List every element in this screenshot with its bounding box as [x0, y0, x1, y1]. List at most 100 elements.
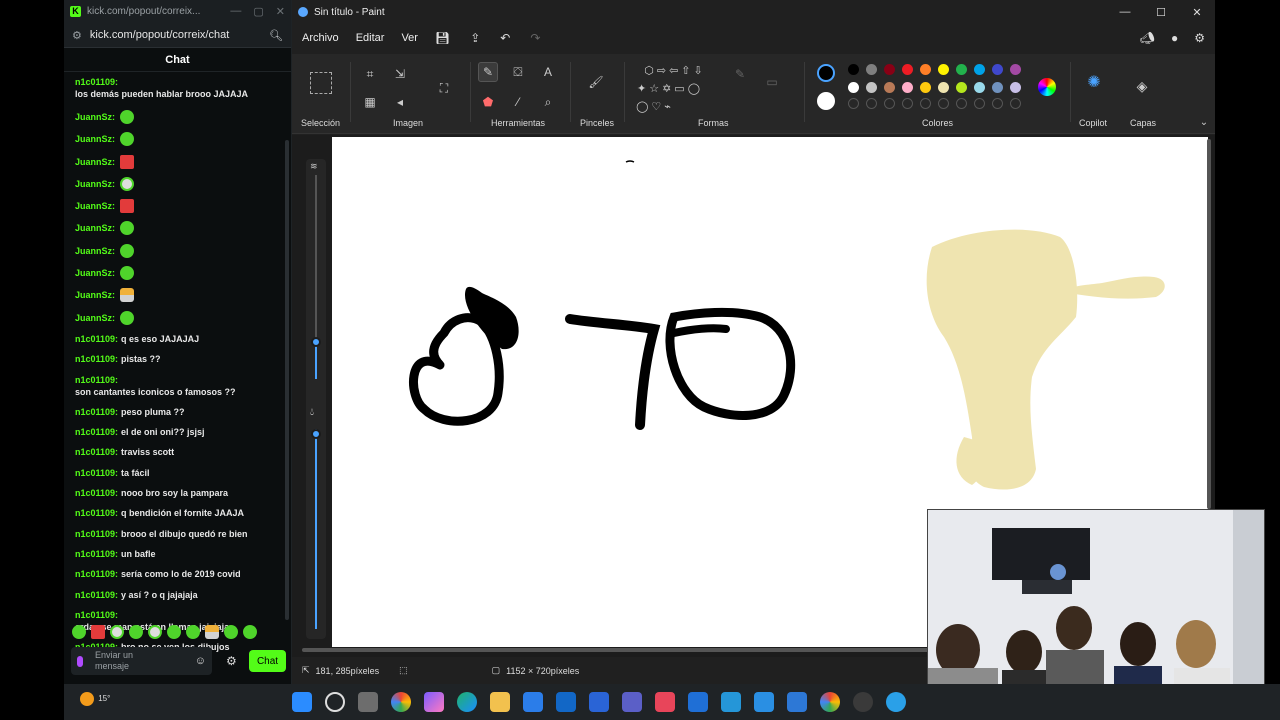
- close-icon[interactable]: ✕: [276, 5, 285, 18]
- paint-taskbar-icon[interactable]: [886, 692, 906, 712]
- chat-username[interactable]: JuannSz:: [75, 133, 115, 145]
- custom-color-slot[interactable]: [866, 98, 877, 109]
- palette-swatch[interactable]: [1010, 64, 1021, 75]
- palette-swatch[interactable]: [974, 82, 985, 93]
- chevron-down-icon[interactable]: ⌄: [1194, 112, 1214, 132]
- start-menu-icon[interactable]: [292, 692, 312, 712]
- green-smile-emote-icon[interactable]: [72, 625, 86, 639]
- canvas-vertical-scrollbar[interactable]: [1207, 139, 1211, 509]
- chat-settings-gear-icon[interactable]: ⚙: [226, 654, 237, 668]
- shapes-row-3[interactable]: ◯♡⌁: [630, 96, 680, 116]
- palette-swatch[interactable]: [902, 64, 913, 75]
- green-smile-emote-icon[interactable]: [243, 625, 257, 639]
- brush-icon[interactable]: 🖌︎: [586, 72, 606, 92]
- palette-swatch[interactable]: [956, 82, 967, 93]
- image-creator-icon[interactable]: ⛶: [434, 78, 454, 98]
- settings-gear-icon[interactable]: ⚙: [1194, 31, 1205, 45]
- chrome-profile-icon[interactable]: [820, 692, 840, 712]
- chat-username[interactable]: n1c01109:: [75, 528, 118, 540]
- copilot-icon[interactable]: ✺: [1084, 72, 1104, 92]
- chat-username[interactable]: n1c01109:: [75, 446, 118, 458]
- account-icon[interactable]: ●: [1171, 31, 1178, 45]
- palette-swatch[interactable]: [884, 82, 895, 93]
- palette-swatch[interactable]: [920, 82, 931, 93]
- rotate-icon[interactable]: ◂: [390, 92, 410, 112]
- chat-username[interactable]: n1c01109:: [75, 333, 118, 345]
- app-icon[interactable]: [721, 692, 741, 712]
- palette-swatch[interactable]: [884, 64, 895, 75]
- search-icon[interactable]: [325, 692, 345, 712]
- resize-icon[interactable]: ⇲: [390, 64, 410, 84]
- layers-icon[interactable]: ◈: [1132, 76, 1152, 96]
- save-icon[interactable]: 💾︎: [435, 31, 450, 45]
- eraser-icon[interactable]: ⬟: [478, 92, 498, 112]
- background-removal-icon[interactable]: ▦: [360, 92, 380, 112]
- custom-color-slot[interactable]: [974, 98, 985, 109]
- custom-color-slot[interactable]: [1010, 98, 1021, 109]
- palette-swatch[interactable]: [974, 64, 985, 75]
- palette-swatch[interactable]: [992, 82, 1003, 93]
- task-view-icon[interactable]: [358, 692, 378, 712]
- green-smile-emote-icon[interactable]: [129, 625, 143, 639]
- chat-username[interactable]: n1c01109:: [75, 609, 118, 621]
- palette-swatch[interactable]: [956, 64, 967, 75]
- color-picker-icon[interactable]: ⁄: [508, 92, 528, 112]
- minimize-icon[interactable]: —: [1107, 6, 1143, 19]
- menu-archivo[interactable]: Archivo: [302, 32, 339, 44]
- white-skull-emote-icon[interactable]: [110, 625, 124, 639]
- chat-username[interactable]: n1c01109:: [75, 406, 118, 418]
- crop-icon[interactable]: ⌗: [360, 64, 380, 84]
- primary-color-swatch[interactable]: [817, 64, 835, 82]
- chat-username[interactable]: n1c01109:: [75, 467, 118, 479]
- search-icon[interactable]: 🔍︎: [269, 29, 283, 42]
- chat-username[interactable]: n1c01109:: [75, 548, 118, 560]
- palette-swatch[interactable]: [992, 64, 1003, 75]
- palette-swatch[interactable]: [938, 64, 949, 75]
- custom-color-slot[interactable]: [992, 98, 1003, 109]
- chat-username[interactable]: n1c01109:: [75, 426, 118, 438]
- chat-username[interactable]: JuannSz:: [75, 267, 115, 279]
- menu-ver[interactable]: Ver: [401, 32, 418, 44]
- chat-username[interactable]: JuannSz:: [75, 312, 115, 324]
- copilot-icon[interactable]: [424, 692, 444, 712]
- palette-swatch[interactable]: [902, 82, 913, 93]
- shapes-row-1[interactable]: ⬡⇨⇦⇧⇩: [630, 60, 720, 80]
- custom-color-slot[interactable]: [902, 98, 913, 109]
- store-icon[interactable]: [523, 692, 543, 712]
- weather-widget[interactable]: 15°: [80, 692, 110, 706]
- vscode-icon[interactable]: [754, 692, 774, 712]
- secondary-color-swatch[interactable]: [817, 92, 835, 110]
- custom-color-slot[interactable]: [956, 98, 967, 109]
- brush-size-slider[interactable]: ≋ 💧︎: [306, 159, 326, 639]
- outline-icon[interactable]: ✎: [730, 64, 750, 84]
- chat-username[interactable]: n1c01109:: [75, 487, 118, 499]
- pencil-icon[interactable]: ✎: [478, 62, 498, 82]
- undo-icon[interactable]: ↶: [500, 31, 510, 45]
- chat-message-input[interactable]: Enviar un mensaje ☺: [71, 647, 212, 675]
- edit-colors-icon[interactable]: [1038, 78, 1056, 96]
- chat-username[interactable]: JuannSz:: [75, 289, 115, 301]
- palette-swatch[interactable]: [866, 82, 877, 93]
- feedback-icon[interactable]: 📣︎: [1140, 31, 1155, 45]
- shapes-row-2[interactable]: ✦☆✡▭◯: [630, 78, 710, 98]
- minimize-icon[interactable]: —: [230, 5, 241, 18]
- outlook-icon[interactable]: [556, 692, 576, 712]
- chat-username[interactable]: n1c01109:: [75, 568, 118, 580]
- text-icon[interactable]: A: [538, 62, 558, 82]
- chat-send-button[interactable]: Chat: [249, 650, 286, 672]
- chrome-icon[interactable]: [391, 692, 411, 712]
- selection-rectangle-icon[interactable]: [310, 72, 332, 94]
- custom-color-slot[interactable]: [848, 98, 859, 109]
- game-app-icon[interactable]: [655, 692, 675, 712]
- palette-swatch[interactable]: [848, 64, 859, 75]
- share-icon[interactable]: ⇪: [470, 31, 480, 45]
- fill-bucket-icon[interactable]: ⛋: [508, 62, 528, 82]
- address-bar[interactable]: ⚙ kick.com/popout/correix/chat 🔍︎: [64, 23, 291, 48]
- obs-icon[interactable]: [853, 692, 873, 712]
- site-settings-icon[interactable]: ⚙: [72, 29, 82, 42]
- monkey-emote-icon[interactable]: [205, 625, 219, 639]
- maximize-icon[interactable]: ▢: [253, 5, 263, 18]
- chat-scrollbar[interactable]: [285, 140, 289, 620]
- chat-username[interactable]: n1c01109:: [75, 76, 118, 88]
- red-angry-emote-icon[interactable]: [91, 625, 105, 639]
